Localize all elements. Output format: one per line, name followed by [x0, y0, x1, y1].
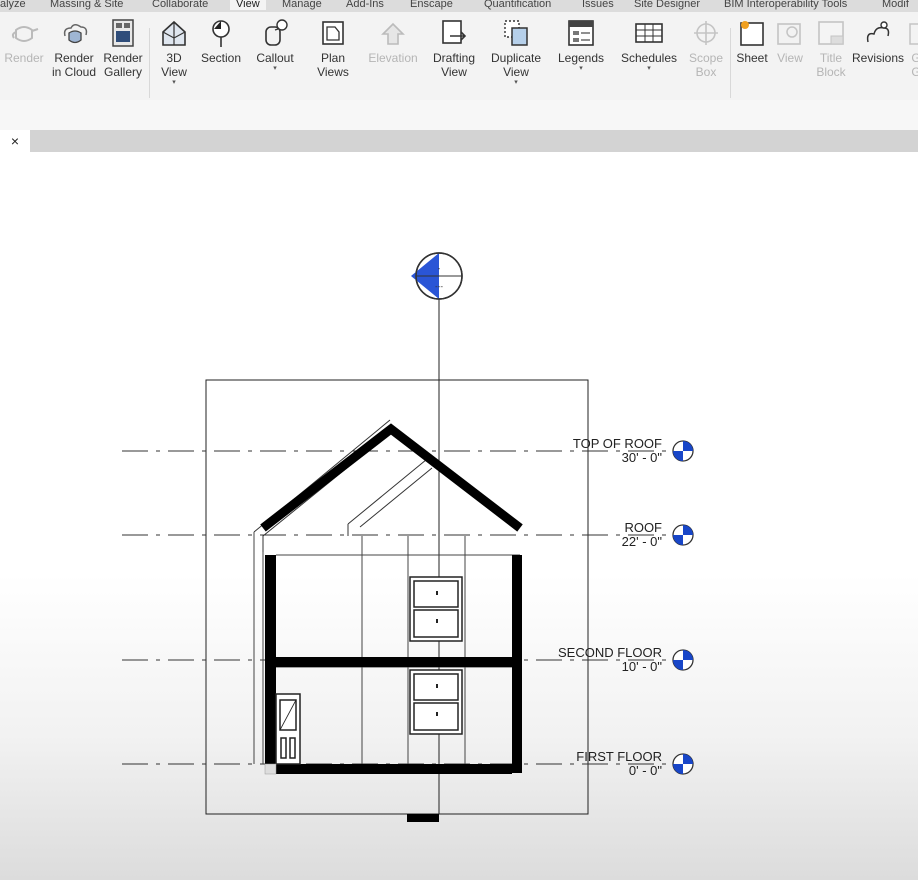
3d-view-button[interactable]: 3D View ▾: [154, 18, 194, 87]
section-tail-mark: [407, 814, 439, 822]
guide-grid-icon: [909, 23, 918, 45]
tab-quantification[interactable]: Quantification: [484, 0, 551, 10]
drafting-view-button[interactable]: Drafting View: [430, 18, 478, 79]
window-hardware: [436, 591, 438, 595]
level-head-second-floor[interactable]: [672, 649, 694, 671]
back-roof-line: [347, 454, 433, 525]
legends-icon: [568, 20, 594, 46]
ribbon-separator: [149, 28, 150, 98]
back-roof-line-inner: [359, 467, 433, 528]
sheet-icon: [740, 21, 764, 46]
level-elev-second-floor[interactable]: 10' - 0": [622, 659, 663, 674]
elevation-button[interactable]: Elevation: [366, 18, 420, 65]
roof-section-cut[interactable]: [260, 423, 523, 532]
cloud-teapot-icon: [63, 24, 88, 44]
tab-massing-site[interactable]: Massing & Site: [50, 0, 123, 10]
house-3d-icon: [162, 20, 186, 46]
level-head-first-floor[interactable]: [672, 753, 694, 775]
level-name-top-of-roof[interactable]: TOP OF ROOF: [573, 436, 662, 451]
tab-manage[interactable]: Manage: [282, 0, 322, 10]
callout-icon: [265, 19, 288, 46]
tab-analyze[interactable]: alyze: [0, 0, 26, 10]
window-hardware: [436, 619, 438, 623]
render-button[interactable]: Render: [4, 18, 44, 65]
plan-views-button[interactable]: Plan Views: [310, 18, 356, 79]
close-view-button[interactable]: ×: [0, 130, 30, 152]
title-block-icon: [818, 21, 844, 45]
section-head[interactable]: - ---: [411, 252, 463, 300]
section-button[interactable]: Section: [198, 18, 244, 65]
second-floor-slab[interactable]: [265, 657, 522, 667]
revisions-button[interactable]: Revisions: [850, 18, 906, 65]
tab-view[interactable]: View: [230, 0, 266, 10]
window-lower[interactable]: [409, 669, 463, 735]
foundation-stub: [264, 763, 277, 775]
duplicate-view-icon: [504, 20, 528, 46]
tab-issues[interactable]: Issues: [582, 0, 614, 10]
scope-box-icon: [694, 21, 718, 45]
drawing-canvas[interactable]: - --- TOP OF ROOF 30' - 0" ROOF 22' - 0"…: [0, 152, 918, 880]
place-view-button[interactable]: View: [772, 18, 808, 65]
plan-views-icon: [322, 21, 344, 45]
elevation-icon: [381, 22, 405, 45]
section-icon: [212, 20, 230, 47]
level-name-first-floor[interactable]: FIRST FLOOR: [576, 749, 662, 764]
level-head-roof[interactable]: [672, 524, 694, 546]
schedules-button[interactable]: Schedules ▾: [618, 18, 680, 73]
options-bar: [0, 100, 918, 130]
ribbon-tab-bar: alyze Massing & Site Collaborate View Ma…: [0, 0, 918, 12]
sheet-button[interactable]: Sheet: [734, 18, 770, 65]
render-gallery-button[interactable]: Render Gallery: [100, 18, 146, 79]
tab-site-designer[interactable]: Site Designer: [634, 0, 700, 10]
scope-box-button[interactable]: Scope Box: [684, 18, 728, 79]
teapot-icon: [11, 26, 39, 42]
gallery-icon: [112, 19, 134, 47]
tab-add-ins[interactable]: Add-Ins: [346, 0, 384, 10]
dropdown-arrow-icon: ▾: [579, 65, 583, 72]
level-name-second-floor[interactable]: SECOND FLOOR: [558, 645, 662, 660]
level-name-roof[interactable]: ROOF: [624, 520, 662, 535]
ribbon-panel: Render Render in Cloud Render Gallery 3D…: [0, 12, 918, 101]
dropdown-arrow-icon: ▾: [172, 79, 176, 86]
section-head-sheet: ---: [435, 282, 443, 291]
window-upper[interactable]: [409, 576, 463, 642]
window-hardware: [436, 684, 438, 688]
level-elev-roof[interactable]: 22' - 0": [622, 534, 663, 549]
duplicate-view-button[interactable]: Duplicate View ▾: [488, 18, 544, 87]
dropdown-arrow-icon: ▾: [273, 65, 277, 72]
schedules-icon: [635, 23, 663, 43]
tab-bim-interoperability[interactable]: BIM Interoperability Tools: [724, 0, 847, 10]
tab-collaborate[interactable]: Collaborate: [152, 0, 208, 10]
exterior-door[interactable]: [275, 693, 301, 765]
first-floor-slab[interactable]: [265, 764, 512, 774]
render-in-cloud-button[interactable]: Render in Cloud: [50, 18, 98, 79]
section-head-number: -: [438, 264, 441, 273]
tab-modify[interactable]: Modif: [882, 0, 909, 10]
revisions-icon: [866, 21, 890, 43]
guide-grid-button[interactable]: G G: [906, 18, 918, 79]
level-head-top-of-roof[interactable]: [672, 440, 694, 462]
close-icon: ×: [10, 133, 20, 149]
tab-enscape[interactable]: Enscape: [410, 0, 453, 10]
drafting-view-icon: [442, 20, 467, 44]
level-elev-first-floor[interactable]: 0' - 0": [629, 763, 662, 778]
ribbon-separator: [730, 28, 731, 98]
title-block-button[interactable]: Title Block: [812, 18, 850, 79]
section-view-drawing[interactable]: - --- TOP OF ROOF 30' - 0" ROOF 22' - 0"…: [0, 152, 918, 880]
dropdown-arrow-icon: ▾: [514, 79, 518, 86]
legends-button[interactable]: Legends ▾: [556, 18, 606, 73]
view-tab-strip: ×: [0, 130, 918, 152]
window-hardware: [436, 712, 438, 716]
place-view-icon: [777, 23, 801, 45]
dropdown-arrow-icon: ▾: [647, 65, 651, 72]
level-elev-top-of-roof[interactable]: 30' - 0": [622, 450, 663, 465]
callout-button[interactable]: Callout ▾: [252, 18, 298, 73]
